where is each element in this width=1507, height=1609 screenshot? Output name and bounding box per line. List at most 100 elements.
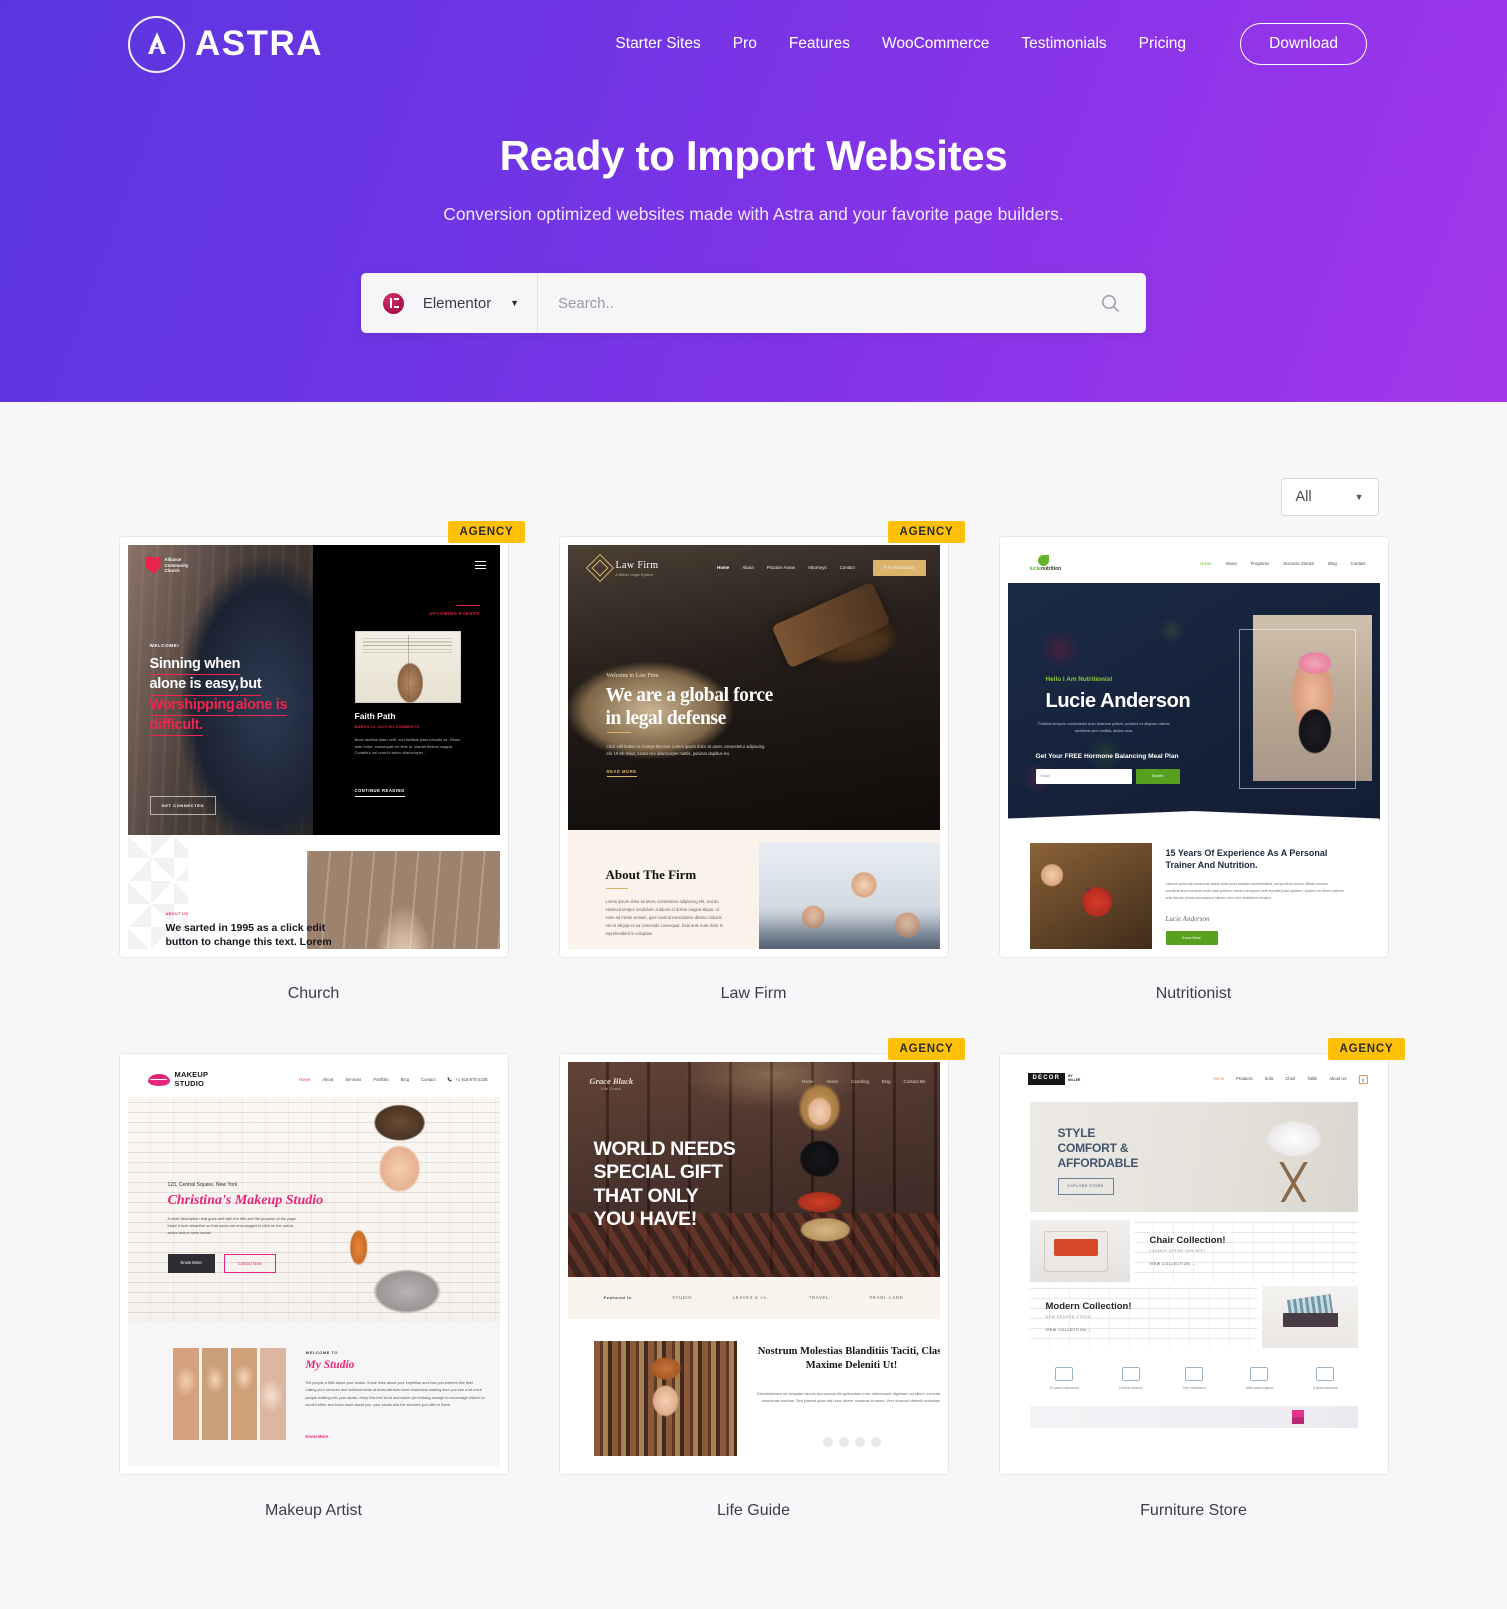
search-input[interactable] bbox=[538, 273, 1101, 333]
site-about-heading: About The Firm bbox=[605, 867, 697, 882]
nav-item-starter-sites[interactable]: Starter Sites bbox=[615, 35, 700, 53]
site-signature: Lucie Anderson bbox=[1165, 915, 1210, 923]
astra-logo-text: ASTRA bbox=[195, 24, 324, 63]
hamburger-icon bbox=[474, 561, 486, 572]
template-title: Church bbox=[287, 985, 340, 1002]
site-gallery-strip bbox=[172, 1348, 286, 1440]
template-thumbnail: lucienutrition Home About Programs Succe… bbox=[1007, 545, 1380, 949]
site-paragraph: Facilisis tempore consectetur! Arcu dese… bbox=[1038, 722, 1170, 734]
site-link: READ MORE bbox=[606, 769, 637, 778]
site-eyebrow: Hello I Am Nutritionist bbox=[1045, 676, 1113, 683]
site-address: 123, Central Square, New York bbox=[167, 1182, 238, 1188]
site-form: Email Submit bbox=[1035, 769, 1180, 784]
site-menu: Home About Services Portfolio Blog Conta… bbox=[299, 1076, 488, 1082]
site-hero-image bbox=[313, 1103, 500, 1322]
site-brand-strip: Featured In STUDIO LEAVES & co. TRAVEL P… bbox=[567, 1277, 940, 1319]
page-builder-select[interactable]: Elementor ▼ bbox=[361, 273, 538, 333]
twitter-icon bbox=[838, 1437, 849, 1447]
search-icon bbox=[1102, 294, 1120, 312]
logo-line-2: Community bbox=[164, 562, 189, 568]
page-builder-value: Elementor bbox=[422, 294, 492, 312]
site-about-paragraph: Laboris optio est commodo atque ante pus… bbox=[1165, 882, 1344, 901]
nav-item-pricing[interactable]: Pricing bbox=[1139, 35, 1186, 53]
site-phone: +1 916-875-2235 bbox=[447, 1077, 488, 1082]
status-badge: AGENCY bbox=[888, 521, 965, 543]
template-preview-law-firm[interactable]: Law Firm A Better Legal System Home Abou… bbox=[558, 536, 949, 958]
site-events-label: UPCOMING EVENTS bbox=[429, 604, 480, 616]
site-buttons: Know More Contact Now bbox=[167, 1254, 276, 1274]
leaf-icon bbox=[1037, 555, 1049, 567]
site-headline: STYLE COMFORT & AFFORDABLE bbox=[1057, 1126, 1139, 1170]
site-headline: Lucie Anderson bbox=[1045, 690, 1191, 712]
search-button[interactable] bbox=[1101, 294, 1146, 313]
phone-icon bbox=[447, 1077, 452, 1082]
site-eyebrow: Welcome to Law Firm bbox=[606, 673, 659, 679]
site-submit-button: Submit bbox=[1135, 769, 1180, 784]
category-filter-select[interactable]: All ▼ bbox=[1280, 478, 1379, 516]
template-preview-life-guide[interactable]: Grace Black Life Coach Home About Coachi… bbox=[558, 1053, 949, 1475]
site-headline: WORLD NEEDS SPECIAL GIFT THAT ONLY YOU H… bbox=[593, 1138, 736, 1231]
template-preview-nutritionist[interactable]: lucienutrition Home About Programs Succe… bbox=[998, 536, 1389, 958]
template-thumbnail: Grace Black Life Coach Home About Coachi… bbox=[567, 1062, 940, 1466]
template-card-law-firm: AGENCY Law Firm A Better Legal System Ho… bbox=[558, 521, 965, 1003]
site-post-image bbox=[593, 1341, 737, 1456]
nav-item-pro[interactable]: Pro bbox=[733, 35, 757, 53]
divider bbox=[606, 732, 631, 734]
site-logo-sub: BY MILLER bbox=[1068, 1074, 1081, 1082]
template-card-makeup-artist: MAKEUP STUDIO Home About Services Portfo… bbox=[118, 1053, 509, 1520]
search-bar: Elementor ▼ bbox=[361, 273, 1146, 333]
template-preview-makeup-artist[interactable]: MAKEUP STUDIO Home About Services Portfo… bbox=[118, 1053, 509, 1475]
site-logo: Grace Black Life Coach bbox=[589, 1076, 634, 1092]
templates-grid: AGENCY Alliance Community Church WELCOME… bbox=[118, 521, 1405, 1520]
site-cta-button: GET CONNECTED bbox=[149, 796, 216, 816]
site-menu: Home About Coaching Blog Contact Me bbox=[802, 1079, 926, 1084]
site-product-image bbox=[1029, 1220, 1130, 1282]
divider bbox=[605, 888, 628, 890]
template-card-church: AGENCY Alliance Community Church WELCOME… bbox=[118, 521, 525, 1003]
elementor-icon bbox=[383, 292, 404, 314]
site-headline: Sinning when alone is easy, but Worshipp… bbox=[149, 655, 300, 737]
site-collection-title: Modern Collection! bbox=[1045, 1301, 1132, 1312]
site-product-image bbox=[1261, 1286, 1358, 1348]
site-paragraph: A short description that goes well with … bbox=[167, 1216, 297, 1236]
chevron-down-icon: ▼ bbox=[510, 298, 519, 308]
hero-body: Ready to Import Websites Conversion opti… bbox=[0, 132, 1507, 333]
template-preview-furniture-store[interactable]: DECOR BY MILLER Home Products Sofa Chair… bbox=[998, 1053, 1389, 1475]
nav-item-woocommerce[interactable]: WooCommerce bbox=[882, 35, 989, 53]
site-logo: Law Firm A Better Legal System bbox=[585, 553, 659, 583]
status-badge: AGENCY bbox=[448, 521, 525, 543]
template-card-furniture-store: AGENCY DECOR BY MILLER Home Products Sof… bbox=[998, 1038, 1405, 1520]
nav-links: Starter Sites Pro Features WooCommerce T… bbox=[615, 23, 1367, 65]
site-cta-button: Know More bbox=[1165, 931, 1218, 945]
site-cta-button: Free Evaluation bbox=[872, 560, 926, 576]
hero-section: ASTRA Starter Sites Pro Features WooComm… bbox=[0, 0, 1507, 402]
template-thumbnail: MAKEUP STUDIO Home About Services Portfo… bbox=[127, 1062, 500, 1466]
template-preview-church[interactable]: Alliance Community Church WELCOME! Sinni… bbox=[118, 536, 509, 958]
site-about-label: ABOUT US bbox=[165, 912, 189, 916]
astra-logo[interactable]: ASTRA bbox=[128, 15, 324, 73]
site-about-image bbox=[1029, 843, 1152, 949]
site-headline: Christina's Makeup Studio bbox=[167, 1193, 324, 1208]
cart-icon: 0 bbox=[1358, 1074, 1368, 1084]
lips-icon bbox=[147, 1073, 170, 1086]
site-post-paragraph: Exercitationem sit voluptate laboris acc… bbox=[756, 1392, 940, 1404]
nav-item-testimonials[interactable]: Testimonials bbox=[1021, 35, 1106, 53]
site-hero-image bbox=[1247, 1112, 1340, 1208]
site-cta-button: EXPLORE STORE bbox=[1057, 1178, 1114, 1195]
site-social-icons bbox=[752, 1437, 940, 1447]
site-image-frame bbox=[1238, 629, 1356, 789]
download-button[interactable]: Download bbox=[1240, 23, 1367, 65]
site-post-meta: MARCH 14, 2020 NO COMMENTS bbox=[354, 725, 420, 729]
filter-row: All ▼ bbox=[129, 402, 1379, 516]
site-about-heading: My Studio bbox=[305, 1359, 355, 1371]
facebook-icon bbox=[822, 1437, 833, 1447]
site-hero-image bbox=[749, 1080, 895, 1277]
church-logo-icon bbox=[145, 557, 161, 574]
site-about-heading: 15 Years Of Experience As A Personal Tra… bbox=[1165, 848, 1328, 871]
site-collection-title: Chair Collection! bbox=[1149, 1235, 1226, 1246]
site-about-paragraph: Tell people a little about your studio. … bbox=[305, 1381, 485, 1408]
site-logo: lucienutrition bbox=[1030, 555, 1061, 573]
site-collection-sub: LAUNCH OFFER 15% OFF! bbox=[1149, 1249, 1206, 1253]
nav-item-features[interactable]: Features bbox=[789, 35, 850, 53]
status-badge: AGENCY bbox=[888, 1038, 965, 1060]
